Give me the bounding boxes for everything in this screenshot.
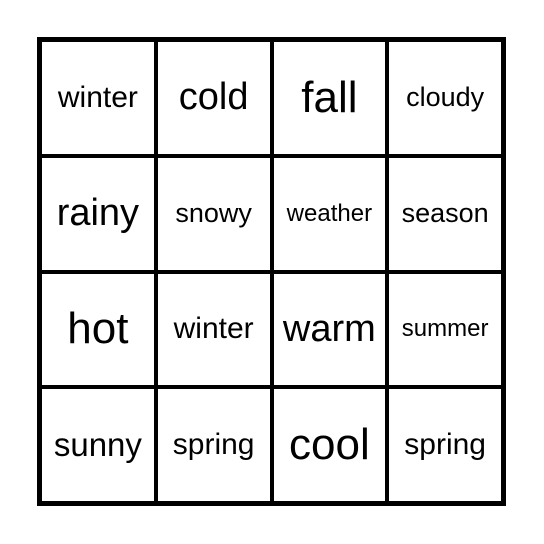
bingo-cell[interactable]: cloudy (389, 42, 501, 154)
bingo-cell[interactable]: winter (157, 273, 270, 386)
bingo-cell[interactable]: warm (273, 273, 386, 386)
bingo-cell[interactable]: sunny (42, 389, 154, 501)
bingo-card: winter cold fall cloudy rainy snowy weather sea… (37, 37, 506, 506)
bingo-cell[interactable]: weather (273, 157, 386, 270)
bingo-cell[interactable]: season (389, 157, 501, 270)
bingo-cell[interactable]: rainy (42, 157, 154, 270)
bingo-cell[interactable]: cold (157, 42, 270, 154)
bingo-cell[interactable]: spring (157, 389, 270, 501)
bingo-cell[interactable]: cool (273, 389, 386, 501)
bingo-cell[interactable]: winter (42, 42, 154, 154)
bingo-cell[interactable]: spring (389, 389, 501, 501)
bingo-cell[interactable]: hot (42, 273, 154, 386)
bingo-cell[interactable]: fall (273, 42, 386, 154)
bingo-cell[interactable]: summer (389, 273, 501, 386)
bingo-cell[interactable]: snowy (157, 157, 270, 270)
